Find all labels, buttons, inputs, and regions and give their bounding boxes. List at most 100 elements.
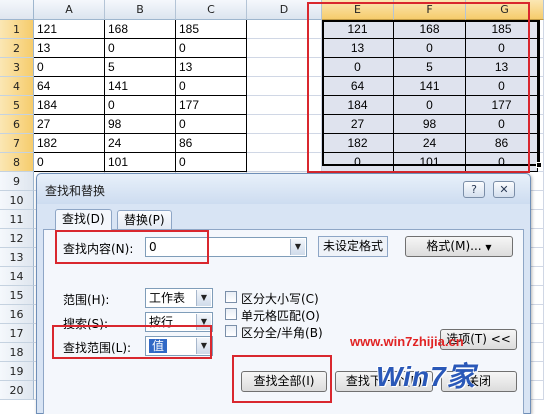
column-header-a[interactable]: A [34,0,105,20]
row-header[interactable]: 20 [0,381,34,400]
table-cell[interactable]: 0 [34,58,105,77]
column-header-d[interactable]: D [247,0,322,20]
look-in-select[interactable]: 值 ▼ [145,336,213,356]
table-cell[interactable]: 24 [105,134,176,153]
chevron-down-icon[interactable]: ▼ [290,239,305,255]
chevron-down-icon[interactable]: ▼ [196,290,211,306]
row-header[interactable]: 15 [0,286,34,305]
grid-cell[interactable] [247,20,322,39]
row-header[interactable]: 16 [0,305,34,324]
tab-replace[interactable]: 替换(P) [117,210,172,230]
match-case-checkbox[interactable] [225,291,237,303]
selected-table-cell[interactable]: 177 [466,96,538,115]
table-cell[interactable]: 13 [176,58,247,77]
selected-table-cell[interactable]: 101 [394,153,466,172]
close-window-button[interactable]: ✕ [493,181,515,198]
selected-table-cell[interactable]: 0 [394,96,466,115]
table-cell[interactable]: 0 [105,96,176,115]
table-cell[interactable]: 121 [34,20,105,39]
table-cell[interactable]: 86 [176,134,247,153]
row-header[interactable]: 12 [0,229,34,248]
select-all-corner[interactable] [0,0,34,20]
column-header-g[interactable]: G [466,0,544,20]
table-cell[interactable]: 0 [34,153,105,172]
column-header-b[interactable]: B [105,0,176,20]
selected-table-cell[interactable]: 0 [466,77,538,96]
table-cell[interactable]: 98 [105,115,176,134]
table-cell[interactable]: 13 [34,39,105,58]
selected-table-cell[interactable]: 0 [394,39,466,58]
row-header[interactable]: 9 [0,172,34,191]
row-header[interactable]: 1 [0,20,34,39]
row-header[interactable]: 5 [0,96,34,115]
selected-table-cell[interactable]: 0 [466,153,538,172]
selected-table-cell[interactable]: 27 [322,115,394,134]
row-header[interactable]: 8 [0,153,34,172]
table-cell[interactable]: 0 [176,153,247,172]
selected-table-cell[interactable]: 13 [322,39,394,58]
selected-table-cell[interactable]: 24 [394,134,466,153]
table-cell[interactable]: 101 [105,153,176,172]
match-width-checkbox[interactable] [225,325,237,337]
fill-handle[interactable] [536,162,542,168]
find-all-button[interactable]: 查找全部(I) [241,371,327,392]
selected-table-cell[interactable]: 184 [322,96,394,115]
column-header-f[interactable]: F [394,0,466,20]
table-cell[interactable]: 64 [34,77,105,96]
row-header[interactable]: 2 [0,39,34,58]
grid-cell[interactable] [247,115,322,134]
chevron-down-icon[interactable]: ▼ [196,314,211,330]
grid-cell[interactable] [247,58,322,77]
tab-find[interactable]: 查找(D) [55,209,112,230]
table-cell[interactable]: 0 [176,77,247,96]
table-cell[interactable]: 185 [176,20,247,39]
table-cell[interactable]: 141 [105,77,176,96]
selected-table-cell[interactable]: 141 [394,77,466,96]
table-cell[interactable]: 0 [105,39,176,58]
selected-table-cell[interactable]: 5 [394,58,466,77]
selected-table-cell[interactable]: 0 [322,58,394,77]
grid-cell[interactable] [247,77,322,96]
table-cell[interactable]: 182 [34,134,105,153]
selected-table-cell[interactable]: 86 [466,134,538,153]
find-what-input[interactable]: 0 ▼ [145,237,307,257]
grid-cell[interactable] [247,134,322,153]
column-header-c[interactable]: C [176,0,247,20]
table-cell[interactable]: 0 [176,115,247,134]
row-header[interactable]: 11 [0,210,34,229]
selected-table-cell[interactable]: 182 [322,134,394,153]
selected-table-cell[interactable]: 185 [466,20,538,39]
row-header[interactable]: 6 [0,115,34,134]
selected-table-cell[interactable]: 168 [394,20,466,39]
row-header[interactable]: 18 [0,343,34,362]
row-header[interactable]: 14 [0,267,34,286]
selected-table-cell[interactable]: 0 [466,39,538,58]
grid-cell[interactable] [247,153,322,172]
chevron-down-icon[interactable]: ▼ [196,338,211,354]
selected-table-cell[interactable]: 13 [466,58,538,77]
row-header[interactable]: 19 [0,362,34,381]
grid-cell[interactable] [247,96,322,115]
table-cell[interactable]: 177 [176,96,247,115]
selected-table-cell[interactable]: 64 [322,77,394,96]
row-header[interactable]: 4 [0,77,34,96]
table-cell[interactable]: 27 [34,115,105,134]
row-header[interactable]: 10 [0,191,34,210]
row-header[interactable]: 7 [0,134,34,153]
help-button[interactable]: ? [463,181,485,198]
selected-table-cell[interactable]: 0 [466,115,538,134]
table-cell[interactable]: 5 [105,58,176,77]
row-header[interactable]: 13 [0,248,34,267]
table-cell[interactable]: 184 [34,96,105,115]
match-cell-checkbox[interactable] [225,308,237,320]
dialog-titlebar[interactable]: 查找和替换 ? ✕ [37,174,530,204]
selected-table-cell[interactable]: 98 [394,115,466,134]
grid-cell[interactable] [247,39,322,58]
column-header-e[interactable]: E [322,0,394,20]
table-cell[interactable]: 0 [176,39,247,58]
format-button[interactable]: 格式(M)... ▼ [405,236,513,257]
search-order-select[interactable]: 按行 ▼ [145,312,213,332]
selected-table-cell[interactable]: 0 [322,153,394,172]
scope-select[interactable]: 工作表 ▼ [145,288,213,308]
selected-table-cell[interactable]: 121 [322,20,394,39]
